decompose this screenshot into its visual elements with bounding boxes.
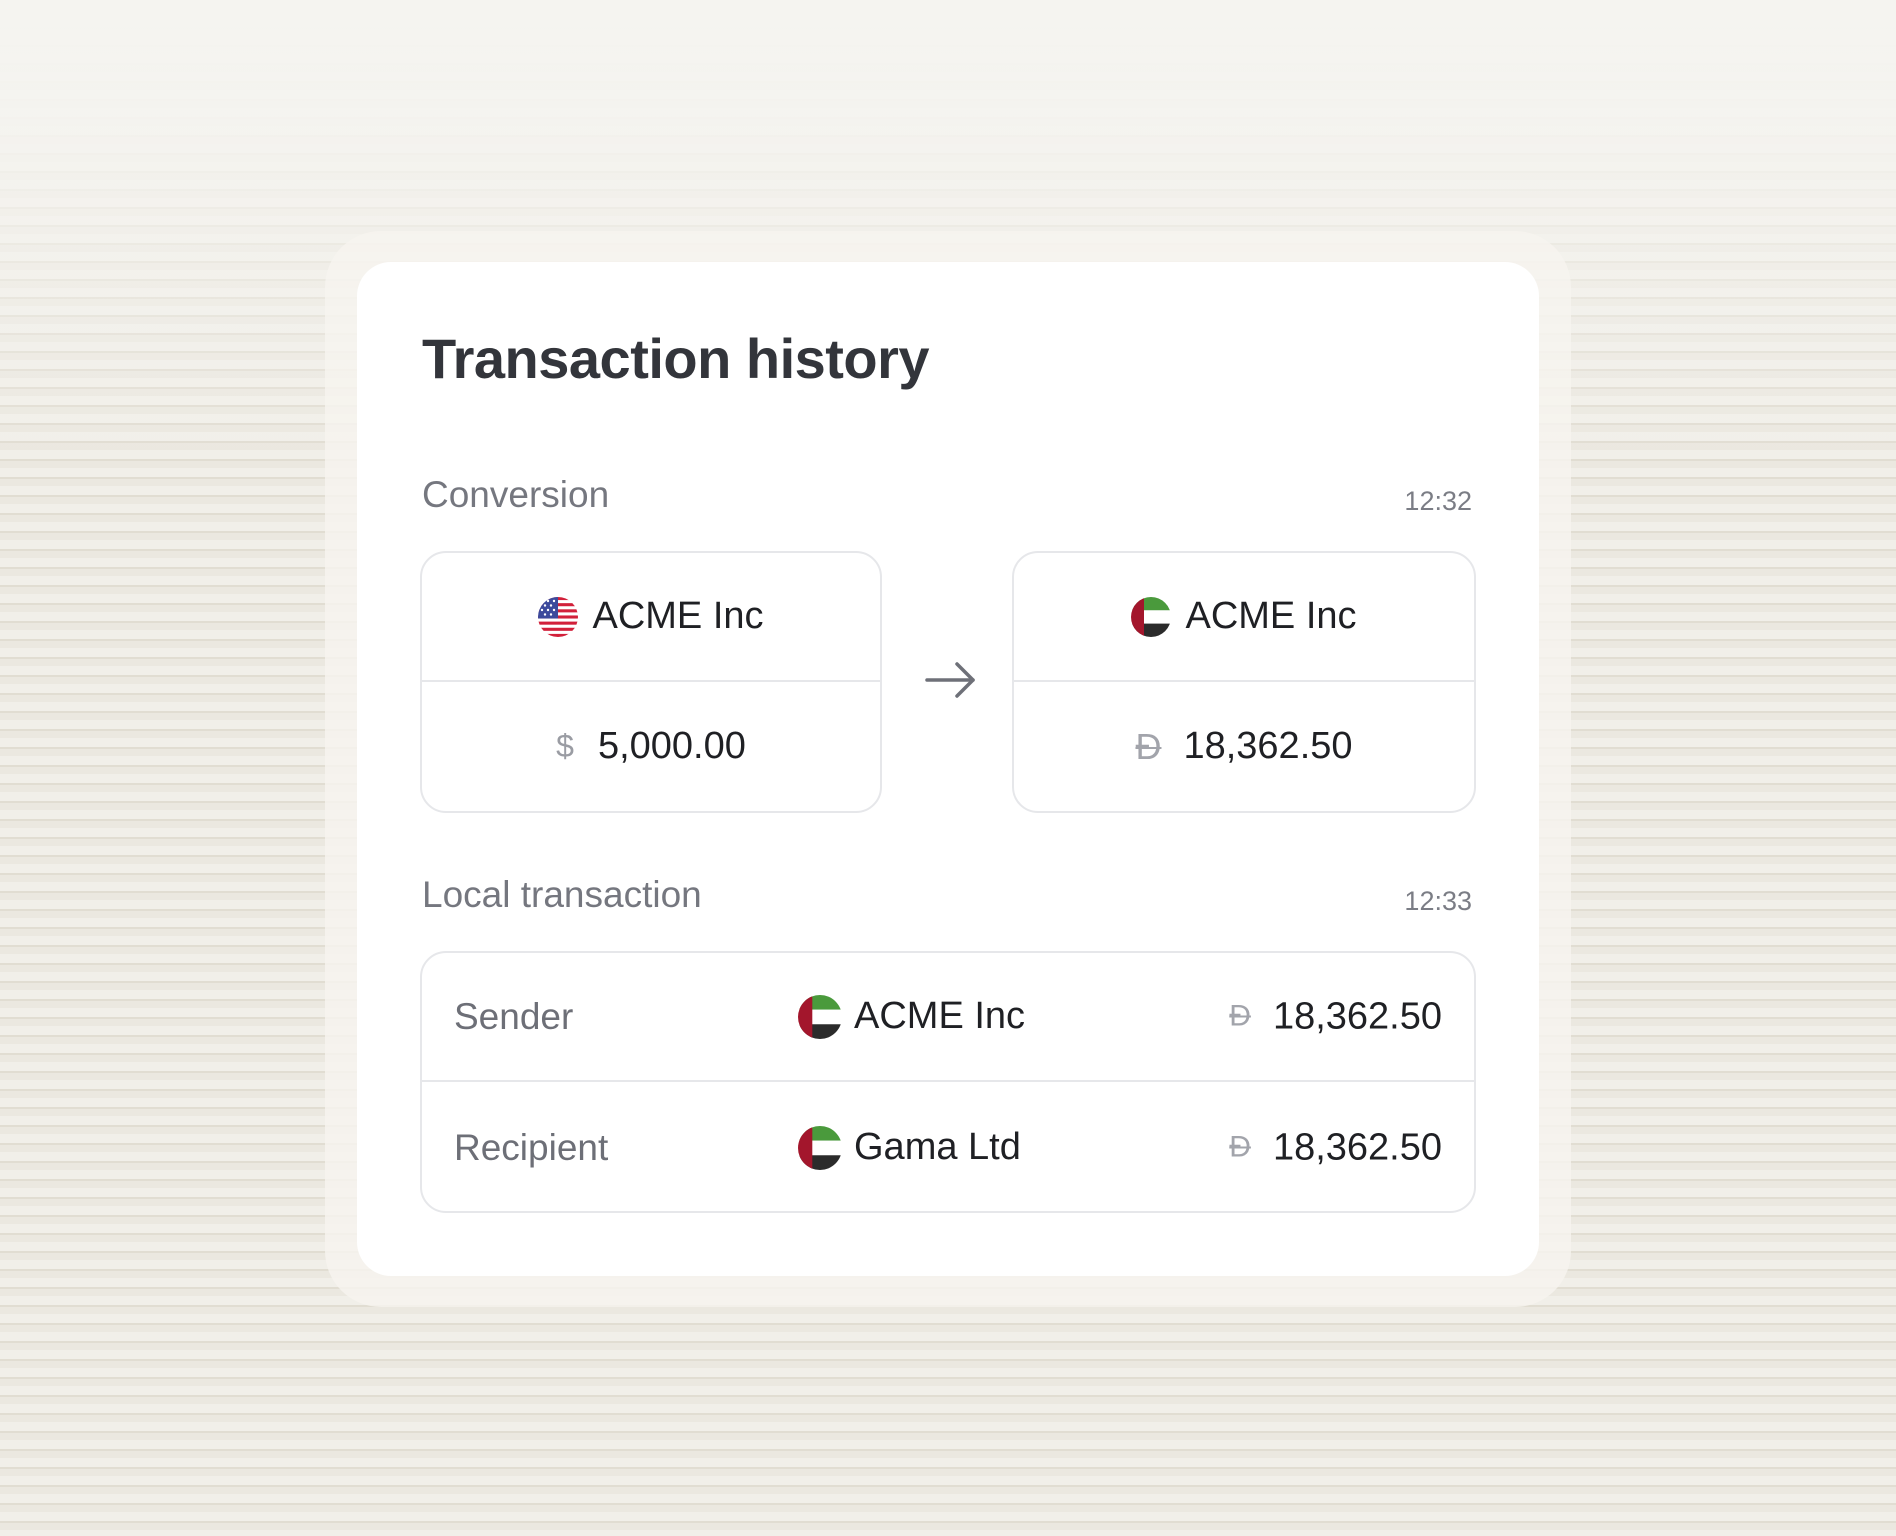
arrow-right-icon <box>925 662 975 698</box>
conversion-to-card[interactable]: ACME Inc Đ 18,362.50 <box>1012 551 1476 813</box>
local-transaction-label: Local transaction <box>422 874 702 915</box>
table-row[interactable]: Sender ACME Inc Đ 18,362.50 <box>422 953 1474 1082</box>
conversion-label: Conversion <box>422 474 610 515</box>
conversion-to-name: ACME Inc <box>1185 595 1357 637</box>
uae-flag-icon <box>798 994 842 1039</box>
row-party-name: Gama Ltd <box>854 1126 1021 1168</box>
row-role: Recipient <box>454 1126 609 1168</box>
row-party-name: ACME Inc <box>854 995 1026 1037</box>
row-amount-value: 18,362.50 <box>1272 1126 1442 1168</box>
row-party: ACME Inc <box>798 994 1026 1039</box>
transaction-history-card: Transaction history Conversion 12:32 ACM… <box>357 262 1539 1276</box>
dirham-currency-icon: Đ <box>1135 725 1162 767</box>
row-amount: Đ 18,362.50 <box>1229 995 1442 1038</box>
table-row[interactable]: Recipient Gama Ltd Đ 18,362.50 <box>422 1083 1474 1211</box>
conversion-to-amount: 18,362.50 <box>1183 725 1353 767</box>
conversion-from-amount-row: $ 5,000.00 <box>422 682 880 811</box>
conversion-from-amount: 5,000.00 <box>597 725 746 767</box>
row-party: Gama Ltd <box>798 1125 1021 1170</box>
row-role: Sender <box>454 995 574 1037</box>
conversion-from-party: ACME Inc <box>422 553 880 682</box>
conversion-to-party: ACME Inc <box>1014 553 1474 682</box>
conversion-time: 12:32 <box>1404 486 1472 516</box>
conversion-from-card[interactable]: ACME Inc $ 5,000.00 <box>420 551 882 813</box>
conversion-to-amount-row: Đ 18,362.50 <box>1014 682 1474 811</box>
page-title: Transaction history <box>422 327 930 390</box>
uae-flag-icon <box>1131 596 1172 637</box>
row-amount: Đ 18,362.50 <box>1229 1126 1442 1169</box>
dirham-currency-icon: Đ <box>1229 999 1251 1033</box>
uae-flag-icon <box>798 1125 842 1170</box>
dirham-currency-icon: Đ <box>1229 1130 1251 1164</box>
row-amount-value: 18,362.50 <box>1272 995 1442 1037</box>
conversion-from-name: ACME Inc <box>592 595 764 637</box>
local-transaction-time: 12:33 <box>1404 886 1472 916</box>
local-transaction-table: Sender ACME Inc Đ 18,362.50 Recipient Ga… <box>420 951 1476 1213</box>
dollar-currency-icon: $ <box>556 728 574 764</box>
us-flag-icon <box>538 596 579 637</box>
